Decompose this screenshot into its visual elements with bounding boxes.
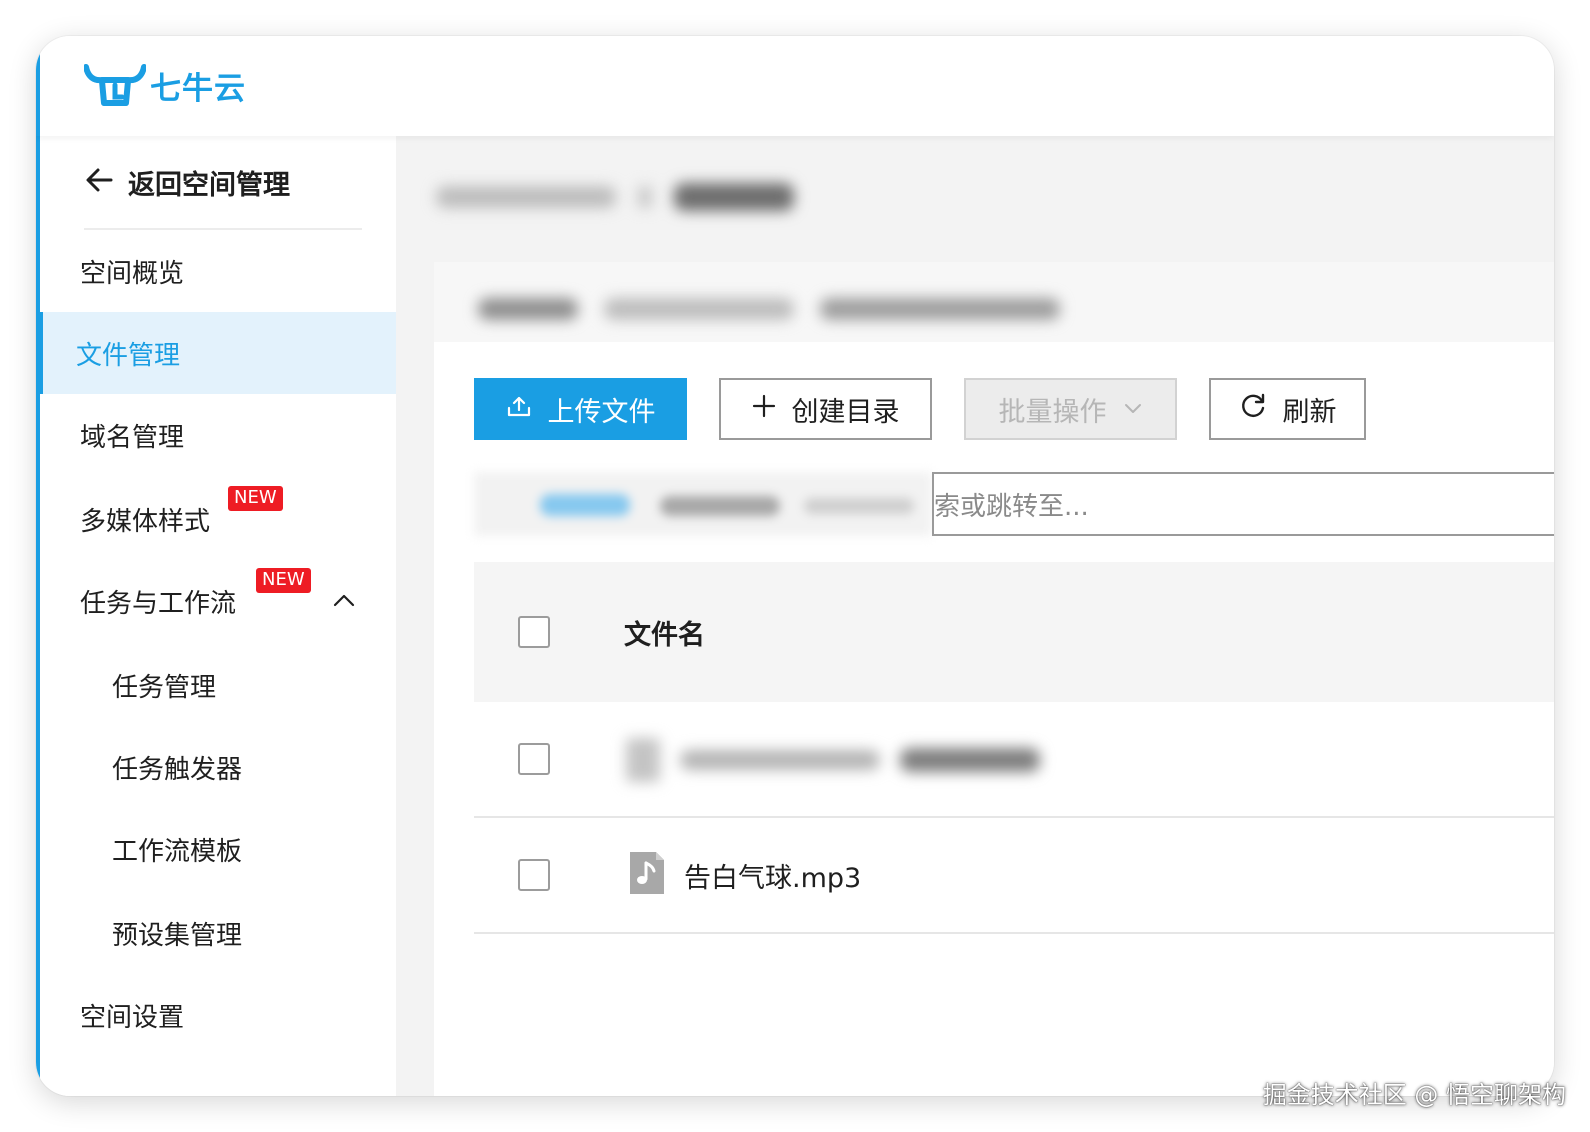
sidebar-item-label: 空间设置	[80, 1002, 185, 1033]
bull-logo-icon	[84, 63, 146, 107]
top-header: 七牛云	[36, 36, 1554, 136]
sidebar-item-label: 文件管理	[76, 340, 181, 371]
info-tabs	[434, 262, 1554, 342]
sidebar-item-space-overview[interactable]: 空间概览	[40, 230, 396, 312]
search-or-jump-input[interactable]: 索或跳转至...	[932, 472, 1554, 536]
file-entry[interactable]: 告白气球.mp3	[628, 850, 861, 900]
sidebar-item-label: 工作流模板	[112, 836, 243, 867]
create-directory-label: 创建目录	[791, 396, 900, 428]
sidebar: 返回空间管理 空间概览 文件管理 域名管理 多媒体样式 NEW 任务与工作流 N…	[36, 136, 396, 1096]
sidebar-item-label: 任务触发器	[112, 754, 243, 785]
plus-icon	[752, 394, 776, 425]
sidebar-item-tasks-workflows[interactable]: 任务与工作流 NEW	[40, 560, 396, 642]
main-content: 上传文件 创建目录 批量操作 刷新 索或跳转至... 文件名 告白气球.mp3	[396, 136, 1554, 1096]
qiniu-logo[interactable]: 七牛云	[84, 62, 246, 108]
search-placeholder: 索或跳转至...	[934, 491, 1089, 522]
file-name: 告白气球.mp3	[684, 862, 862, 894]
batch-operations-dropdown[interactable]: 批量操作	[964, 378, 1177, 440]
file-manager-panel: 上传文件 创建目录 批量操作 刷新 索或跳转至... 文件名 告白气球.mp3	[434, 262, 1554, 1096]
sidebar-item-domain-management[interactable]: 域名管理	[40, 394, 396, 476]
sidebar-item-preset-management[interactable]: 预设集管理	[40, 892, 396, 974]
create-directory-button[interactable]: 创建目录	[719, 378, 932, 440]
row-checkbox[interactable]	[518, 859, 550, 891]
file-table: 文件名 告白气球.mp3	[474, 562, 1554, 934]
sidebar-item-task-management[interactable]: 任务管理	[40, 644, 396, 726]
sidebar-item-file-management[interactable]: 文件管理	[36, 312, 396, 394]
sidebar-item-label: 预设集管理	[112, 920, 243, 951]
batch-operations-label: 批量操作	[998, 396, 1107, 428]
brand-name: 七牛云	[150, 70, 246, 107]
sidebar-item-label: 域名管理	[80, 422, 185, 453]
table-header: 文件名	[474, 562, 1554, 702]
sidebar-item-label: 任务与工作流	[80, 588, 237, 619]
refresh-icon	[1239, 392, 1267, 427]
sidebar-item-space-settings[interactable]: 空间设置	[40, 974, 396, 1056]
sidebar-item-label: 任务管理	[112, 672, 217, 703]
new-badge: NEW	[256, 568, 311, 593]
refresh-label: 刷新	[1282, 396, 1337, 428]
upload-icon	[506, 393, 532, 426]
breadcrumb	[436, 182, 794, 212]
refresh-button[interactable]: 刷新	[1209, 378, 1366, 440]
path-search-row: 索或跳转至...	[474, 472, 1554, 536]
chevron-up-icon[interactable]	[332, 588, 356, 619]
column-header-filename: 文件名	[624, 619, 705, 651]
select-all-checkbox[interactable]	[518, 616, 550, 648]
row-checkbox[interactable]	[518, 743, 550, 775]
music-file-icon	[628, 850, 666, 900]
app-window: 七牛云 返回空间管理 空间概览 文件管理 域名管理 多媒体样式 NEW 任务与工…	[36, 36, 1554, 1096]
sidebar-item-media-styles[interactable]: 多媒体样式 NEW	[40, 478, 396, 560]
chevron-down-icon	[1123, 394, 1143, 425]
table-row[interactable]	[474, 702, 1554, 818]
upload-file-label: 上传文件	[547, 396, 656, 428]
sidebar-item-label: 空间概览	[80, 258, 185, 289]
back-to-bucket-management-link[interactable]: 返回空间管理	[84, 164, 290, 201]
table-row[interactable]: 告白气球.mp3	[474, 818, 1554, 934]
new-badge: NEW	[228, 486, 283, 511]
sidebar-item-workflow-templates[interactable]: 工作流模板	[40, 808, 396, 890]
watermark: 掘金技术社区 @ 悟空聊架构	[1262, 1081, 1566, 1109]
sidebar-item-label: 多媒体样式	[80, 506, 211, 537]
path-breadcrumb	[474, 472, 932, 536]
upload-file-button[interactable]: 上传文件	[474, 378, 687, 440]
arrow-left-icon	[84, 165, 114, 199]
file-toolbar: 上传文件 创建目录 批量操作 刷新	[474, 378, 1366, 440]
back-link-label: 返回空间管理	[128, 169, 290, 201]
blurred-file-entry	[626, 738, 1040, 782]
sidebar-item-task-triggers[interactable]: 任务触发器	[40, 726, 396, 808]
